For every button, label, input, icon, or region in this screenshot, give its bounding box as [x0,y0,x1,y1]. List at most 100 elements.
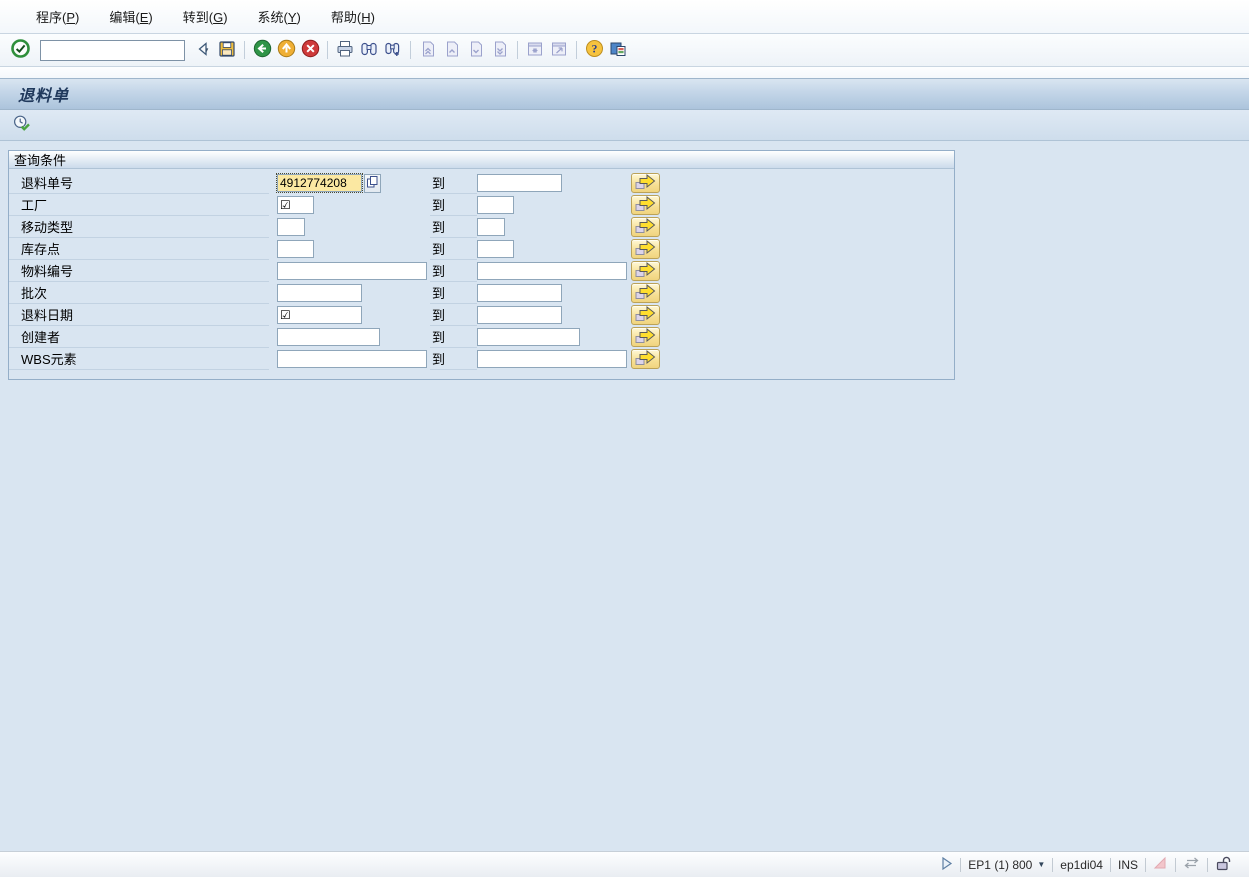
to-label: 到 [430,348,477,370]
storage-location-from-input[interactable] [277,240,314,258]
wbs-element-to-input[interactable] [477,350,627,368]
to-label: 到 [430,326,477,348]
message-history-button[interactable] [933,852,960,877]
groupbox-body: 退料单号 到 工厂 到 移动类型 [9,169,954,370]
multiple-selection-button[interactable] [631,195,660,215]
performance-icon [1153,856,1168,873]
multiple-selection-arrow-icon [632,173,659,194]
material-from-input[interactable] [277,262,427,280]
cancel-button[interactable] [298,38,322,62]
batch-to-input[interactable] [477,284,562,302]
customize-layout-icon [609,40,627,61]
created-by-from-input[interactable] [277,328,380,346]
multi-value-button[interactable] [364,174,381,193]
insert-mode-text: INS [1118,858,1138,872]
return-date-from-input[interactable] [277,306,362,324]
menu-item-system[interactable]: 系统(Y) [246,3,313,30]
plant-to-input[interactable] [477,196,514,214]
security-status[interactable] [1208,852,1239,877]
first-page-icon [419,40,437,61]
exit-button[interactable] [274,38,298,62]
collapse-command-button[interactable] [191,38,215,62]
menu-text: ) [297,10,301,25]
multiple-selection-button[interactable] [631,327,660,347]
multiple-selection-button[interactable] [631,217,660,237]
find-button[interactable] [357,38,381,62]
field-label: 工厂 [9,194,269,216]
menu-text: ) [148,10,152,25]
system-session-field[interactable]: EP1 (1) 800 ▼ [961,852,1052,877]
customize-layout-button[interactable] [606,38,630,62]
multiple-selection-button[interactable] [631,305,660,325]
print-icon [336,40,354,61]
command-field: ▼ [40,40,185,61]
menu-item-program[interactable]: 程序(P) [24,3,91,30]
last-page-button[interactable] [488,38,512,62]
new-session-button[interactable] [523,38,547,62]
multiple-selection-arrow-icon [632,239,659,260]
data-transfer-indicator[interactable] [1176,852,1207,877]
wbs-element-from-input[interactable] [277,350,427,368]
menu-text: ) [75,10,79,25]
menu-text: ) [223,10,227,25]
help-icon: ? [585,39,604,61]
menu-text: 帮助( [331,10,361,25]
page-down-button[interactable] [464,38,488,62]
movement-type-to-input[interactable] [477,218,505,236]
toolbar-separator [244,41,245,59]
selection-row-created-by: 创建者 到 [9,326,954,348]
page-down-icon [467,40,485,61]
plant-from-input[interactable] [277,196,314,214]
toolbar-separator [576,41,577,59]
performance-indicator[interactable] [1146,852,1175,877]
to-label: 到 [430,282,477,304]
multiple-selection-arrow-icon [632,261,659,282]
transaction-title-bar: 退料单 [0,78,1249,110]
multiple-selection-button[interactable] [631,239,660,259]
multiple-selection-arrow-icon [632,305,659,326]
menu-item-edit[interactable]: 编辑(E) [97,3,164,30]
enter-button[interactable] [8,38,32,62]
menu-text: 转到( [183,10,213,25]
menu-item-goto[interactable]: 转到(G) [171,3,240,30]
return-slip-to-input[interactable] [477,174,562,192]
batch-from-input[interactable] [277,284,362,302]
unlock-icon [1215,855,1232,874]
create-shortcut-icon [550,40,568,61]
multiple-selection-button[interactable] [631,349,660,369]
back-button[interactable] [250,38,274,62]
exit-icon [277,39,296,61]
print-button[interactable] [333,38,357,62]
multiple-selection-arrow-icon [632,195,659,216]
multiple-selection-arrow-icon [632,349,659,370]
toolbar-separator [327,41,328,59]
insert-mode-field[interactable]: INS [1111,852,1145,877]
to-label: 到 [430,172,477,194]
menu-text: 系统( [258,10,288,25]
return-date-to-input[interactable] [477,306,562,324]
storage-location-to-input[interactable] [477,240,514,258]
command-input[interactable] [41,42,202,59]
sap-window: 程序(P) 编辑(E) 转到(G) 系统(Y) 帮助(H) ▼ [0,0,1249,877]
created-by-to-input[interactable] [477,328,580,346]
selection-row-storage-location: 库存点 到 [9,238,954,260]
find-next-button[interactable] [381,38,405,62]
first-page-button[interactable] [416,38,440,62]
criteria-groupbox: 查询条件 退料单号 到 工厂 到 [8,150,955,380]
execute-button[interactable] [10,113,34,137]
menu-item-help[interactable]: 帮助(H) [319,3,387,30]
multiple-selection-arrow-icon [632,283,659,304]
create-shortcut-button[interactable] [547,38,571,62]
multiple-selection-button[interactable] [631,283,660,303]
transfer-arrows-icon [1183,856,1200,873]
return-slip-from-input[interactable] [277,174,362,192]
multiple-selection-button[interactable] [631,173,660,193]
new-session-icon [526,40,544,61]
help-button[interactable]: ? [582,38,606,62]
movement-type-from-input[interactable] [277,218,305,236]
multiple-selection-button[interactable] [631,261,660,281]
page-up-button[interactable] [440,38,464,62]
material-to-input[interactable] [477,262,627,280]
last-page-icon [491,40,509,61]
save-button[interactable] [215,38,239,62]
